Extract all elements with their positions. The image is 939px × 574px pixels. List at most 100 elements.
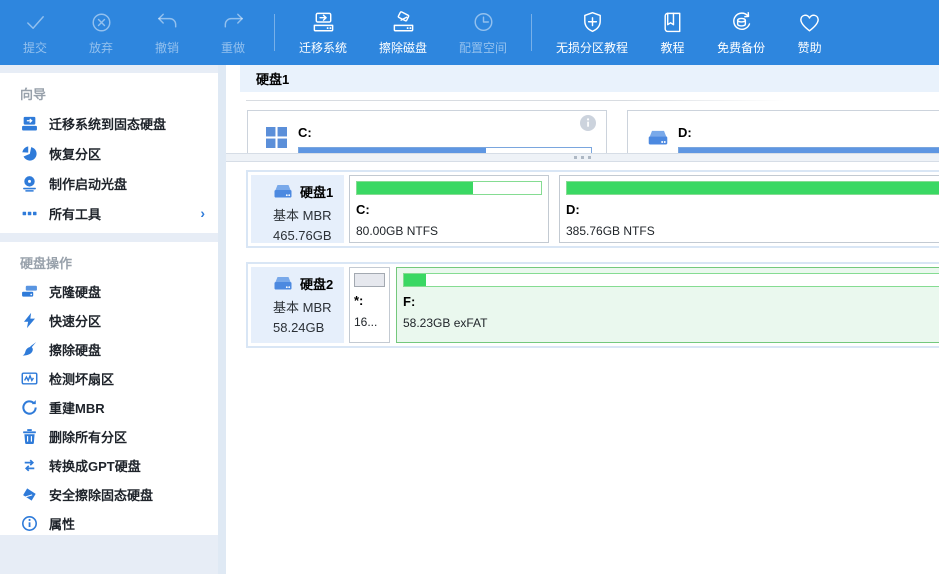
partition-c[interactable]: C: 80.00GB NTFS [349,175,549,243]
partition-usage-bar [356,181,542,195]
partition-usage-bar [566,181,939,195]
lossless-tutorial-label: 无损分区教程 [556,39,628,56]
sidebar-item-secure-erase-ssd[interactable]: 安全擦除固态硬盘 [0,480,218,509]
sidebar-item-label: 属性 [49,514,75,533]
disk-size: 58.24GB [273,320,344,335]
disk-row-2: 硬盘2 基本 MBR 58.24GB *: 16... F: 58.23GB e… [246,262,939,348]
disk-overview-strip: C: D: [226,104,939,153]
partition-detail: 58.23GB exFAT [403,316,939,330]
all-tools-icon [21,205,38,222]
volume-name: D: [678,125,692,140]
disk1-info[interactable]: 硬盘1 基本 MBR 465.76GB [251,175,344,243]
tab-label: 硬盘1 [256,69,289,88]
sidebar-item-check-bad-sectors[interactable]: 检测坏扇区 [0,364,218,393]
disk-size: 465.76GB [273,228,344,243]
sidebar-item-convert-gpt[interactable]: 转换成GPT硬盘 [0,451,218,480]
sidebar-item-erase-disk[interactable]: 擦除硬盘 [0,335,218,364]
undo-label: 撤销 [155,39,179,56]
migrate-os-icon [311,10,336,35]
clone-disk-icon [21,283,38,300]
tutorial-label: 教程 [661,39,685,56]
migrate-os-button[interactable]: 迁移系统 [283,0,363,65]
disk-name: 硬盘2 [300,274,333,293]
redo-button[interactable]: 重做 [200,0,266,65]
sidebar-wizard-panel: 向导 迁移系统到固态硬盘 恢复分区 制作启动光盘 所有工具 › [0,73,218,233]
discard-label: 放弃 [89,39,113,56]
allocate-space-label: 配置空间 [459,39,507,56]
undo-button[interactable]: 撤销 [134,0,200,65]
lossless-tutorial-button[interactable]: 无损分区教程 [540,0,644,65]
disk-type: 基本 MBR [273,205,344,224]
wipe-disk-label: 擦除磁盘 [379,39,427,56]
main-area: 硬盘1 C: D: [226,65,939,574]
toolbar: 提交 放弃 撤销 重做 迁移系统 擦除磁盘 配置空间 无损 [0,0,939,65]
free-backup-label: 免费备份 [717,39,765,56]
bad-sector-icon [21,370,38,387]
allocate-space-button[interactable]: 配置空间 [443,0,523,65]
migrate-os-label: 迁移系统 [299,39,347,56]
sidebar-item-label: 所有工具 [49,204,101,223]
rebuild-mbr-icon [21,399,38,416]
disk2-info[interactable]: 硬盘2 基本 MBR 58.24GB [251,267,344,343]
discard-button[interactable]: 放弃 [68,0,134,65]
free-backup-button[interactable]: 免费备份 [701,0,781,65]
partition-name: F: [403,294,939,309]
sidebar-item-properties[interactable]: 属性 [0,509,218,538]
sponsor-label: 赞助 [798,39,822,56]
sidebar-item-label: 快速分区 [49,311,101,330]
bootable-media-icon [21,175,38,192]
sidebar-item-migrate-to-ssd[interactable]: 迁移系统到固态硬盘 [0,108,218,138]
toolbar-separator [274,14,275,51]
partition-assistant-window: 提交 放弃 撤销 重做 迁移系统 擦除磁盘 配置空间 无损 [0,0,939,574]
wipe-disk-button[interactable]: 擦除磁盘 [363,0,443,65]
redo-icon [221,10,246,35]
partition-f-selected[interactable]: F: 58.23GB exFAT [396,267,939,343]
sidebar-item-all-tools[interactable]: 所有工具 › [0,198,218,228]
sidebar-item-label: 重建MBR [49,398,105,417]
erase-disk-icon [21,341,38,358]
sidebar-main-divider [218,65,226,574]
partition-unformatted[interactable]: *: 16... [349,267,390,343]
tab-disk1[interactable]: 硬盘1 [240,65,939,92]
sponsor-heart-icon [797,10,822,35]
disk-type: 基本 MBR [273,297,344,316]
secure-erase-icon [21,486,38,503]
allocate-space-icon [471,10,496,35]
partition-detail: 16... [354,315,385,329]
sidebar-item-rebuild-mbr[interactable]: 重建MBR [0,393,218,422]
partition-usage-bar [403,273,939,287]
splitter-handle[interactable] [226,153,939,162]
tutorial-button[interactable]: 教程 [644,0,701,65]
sidebar-item-label: 删除所有分区 [49,427,127,446]
quick-partition-icon [21,312,38,329]
properties-info-icon [21,515,38,532]
sidebar-item-label: 检测坏扇区 [49,369,114,388]
migrate-to-ssd-icon [21,115,38,132]
toolbar-separator [531,14,532,51]
sidebar-item-recover-partition[interactable]: 恢复分区 [0,138,218,168]
wipe-disk-icon [391,10,416,35]
disk-row-1: 硬盘1 基本 MBR 465.76GB C: 80.00GB NTFS D: 3… [246,170,939,248]
sidebar-item-bootable-media[interactable]: 制作启动光盘 [0,168,218,198]
commit-button[interactable]: 提交 [2,0,68,65]
sidebar-item-clone-disk[interactable]: 克隆硬盘 [0,277,218,306]
overview-volume-d[interactable]: D: [627,110,939,153]
sidebar-item-delete-all-partitions[interactable]: 删除所有分区 [0,422,218,451]
sponsor-button[interactable]: 赞助 [781,0,838,65]
partition-d[interactable]: D: 385.76GB NTFS [559,175,939,243]
info-icon[interactable] [580,115,596,131]
wizard-section-title: 向导 [0,73,218,108]
partition-name: *: [354,293,385,308]
sidebar-item-quick-partition[interactable]: 快速分区 [0,306,218,335]
sidebar: 向导 迁移系统到固态硬盘 恢复分区 制作启动光盘 所有工具 › 硬盘操作 [0,65,218,574]
chevron-right-icon: › [200,205,205,221]
drive-icon [272,183,294,200]
redo-label: 重做 [221,39,245,56]
overview-volume-c[interactable]: C: [247,110,607,153]
sidebar-item-label: 制作启动光盘 [49,174,127,193]
drive-icon [646,127,670,149]
shield-plus-icon [580,10,605,35]
delete-partitions-icon [21,428,38,445]
tutorial-book-icon [660,10,685,35]
divider [246,100,786,101]
